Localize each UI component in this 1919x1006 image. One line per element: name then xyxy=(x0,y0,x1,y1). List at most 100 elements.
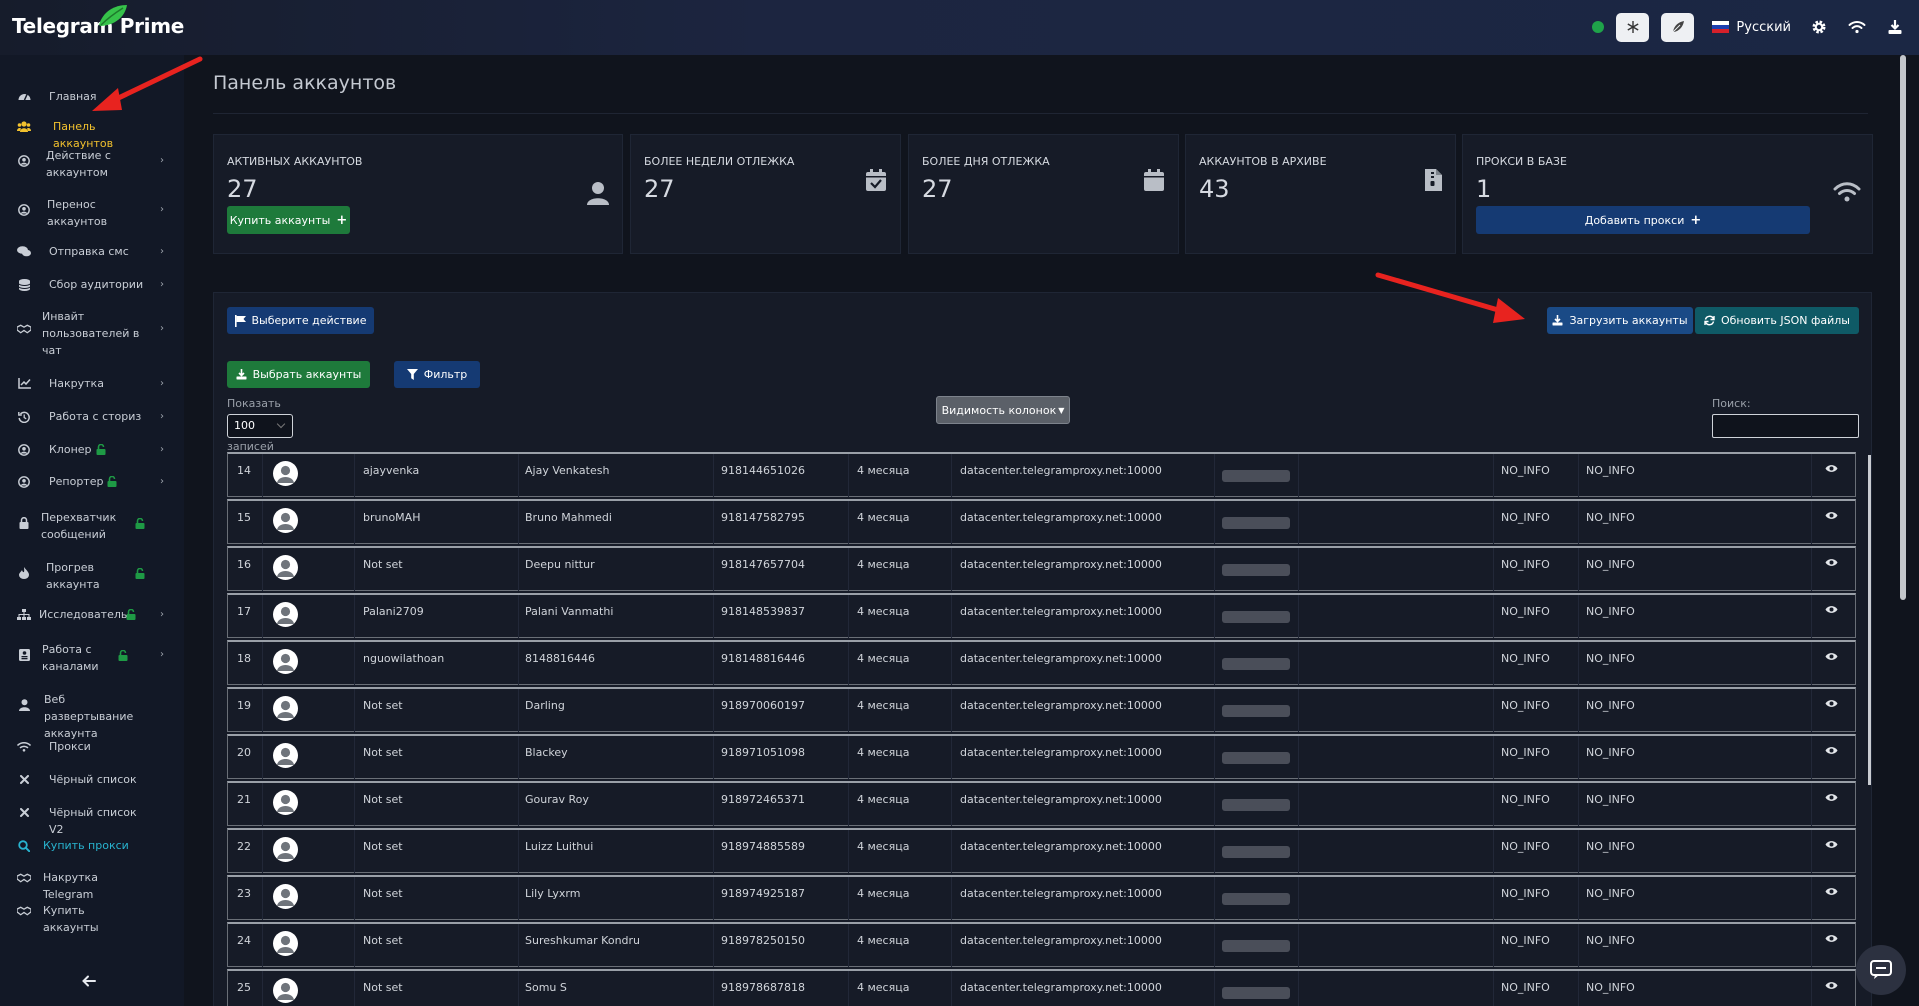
sidebar-item[interactable]: Перенос аккаунтов › xyxy=(0,196,184,228)
select-action-button[interactable]: Выберите действие xyxy=(227,307,374,334)
sidebar-item[interactable]: Репортер › xyxy=(0,473,184,490)
column-divider xyxy=(848,454,849,497)
table-row[interactable]: 21 Not set Gourav Roy 918972465371 4 месяца d… xyxy=(227,781,1856,826)
cell-n: 15 xyxy=(237,511,251,524)
column-divider xyxy=(1493,501,1494,544)
table-row[interactable]: 23 Not set Lily Lyxrm 918974925187 4 месяца d… xyxy=(227,875,1856,920)
filter-button[interactable]: Фильтр xyxy=(394,361,480,388)
table-row[interactable]: 25 Not set Somu S 918978687818 4 месяца datac… xyxy=(227,969,1856,1006)
buy-accounts-button[interactable]: Купить аккаунты + xyxy=(227,206,350,234)
cell-username: brunoMAH xyxy=(363,511,421,524)
cell-age: 4 месяца xyxy=(857,511,910,524)
eye-icon[interactable] xyxy=(1825,887,1838,896)
language-selector[interactable]: Русский xyxy=(1712,20,1791,35)
cell-info2: NO_INFO xyxy=(1586,793,1635,806)
eye-icon[interactable] xyxy=(1825,558,1838,567)
sidebar-item[interactable]: Чёрный список V2 xyxy=(0,804,184,836)
filter-label: Фильтр xyxy=(423,368,468,381)
masked-value-bar xyxy=(1222,752,1290,764)
eye-icon[interactable] xyxy=(1825,934,1838,943)
column-divider xyxy=(262,548,263,591)
sidebar-item[interactable]: Веб развертывание аккаунта xyxy=(0,691,184,740)
refresh-json-button[interactable]: Обновить JSON файлы xyxy=(1695,307,1859,334)
search-label: Поиск: xyxy=(1712,397,1751,410)
sidebar-item[interactable]: Главная xyxy=(0,88,184,103)
sidebar-item[interactable]: Накрутка Telegram xyxy=(0,869,184,901)
sidebar-item[interactable]: Купить аккаунты xyxy=(0,902,184,934)
sidebar-item[interactable]: Чёрный список xyxy=(0,771,184,788)
chat-button[interactable] xyxy=(1856,945,1906,995)
cell-age: 4 месяца xyxy=(857,934,910,947)
sidebar-item[interactable]: Работа с сториз › xyxy=(0,408,184,425)
sidebar-item[interactable]: Работа с каналами › xyxy=(0,641,184,673)
column-divider xyxy=(1811,924,1812,967)
wifi-button[interactable] xyxy=(1847,17,1867,37)
table-row[interactable]: 20 Not set Blackey 918971051098 4 месяца data… xyxy=(227,734,1856,779)
sidebar-item[interactable]: Панель аккаунтов xyxy=(0,118,184,150)
snowflake-button[interactable] xyxy=(1616,12,1650,42)
choose-accounts-button[interactable]: Выбрать аккаунты xyxy=(227,361,370,388)
archive-file-icon xyxy=(1425,169,1442,191)
column-divider xyxy=(1214,924,1215,967)
eye-icon[interactable] xyxy=(1825,605,1838,614)
sidebar-item[interactable]: Перехватчик сообщений xyxy=(0,509,184,541)
column-divider xyxy=(713,877,714,920)
eye-icon[interactable] xyxy=(1825,464,1838,473)
cell-name: Lily Lyxrm xyxy=(525,887,581,900)
eye-icon[interactable] xyxy=(1825,652,1838,661)
table-row[interactable]: 22 Not set Luizz Luithui 918974885589 4 меся… xyxy=(227,828,1856,873)
column-divider xyxy=(1214,501,1215,544)
download-button[interactable] xyxy=(1885,17,1905,37)
eye-icon[interactable] xyxy=(1825,746,1838,755)
sidebar-item[interactable]: Исследователь › xyxy=(0,606,184,623)
table-row[interactable]: 19 Not set Darling 918970060197 4 месяца data… xyxy=(227,687,1856,732)
settings-button[interactable] xyxy=(1809,17,1829,37)
columns-visibility-button[interactable]: Видимость колонок ▼ xyxy=(936,396,1070,424)
eye-icon[interactable] xyxy=(1825,511,1838,520)
table-row[interactable]: 14 ajayvenka Ajay Venkatesh 918144651026 4 м… xyxy=(227,452,1856,497)
sidebar-item[interactable]: Прогрев аккаунта xyxy=(0,559,184,591)
cell-name: Bruno Mahmedi xyxy=(525,511,612,524)
default-avatar-icon xyxy=(277,982,294,1000)
eye-icon[interactable] xyxy=(1825,840,1838,849)
leaf-button[interactable] xyxy=(1661,12,1695,42)
sidebar-item-label: Инвайт пользователей в чат xyxy=(42,310,140,357)
table-row[interactable]: 15 brunoMAH Bruno Mahmedi 918147582795 4 мес… xyxy=(227,499,1856,544)
collapse-sidebar-button[interactable] xyxy=(82,975,96,987)
sidebar-item[interactable]: Действие с аккаунтом › xyxy=(0,147,184,179)
cell-name: Darling xyxy=(525,699,565,712)
add-proxy-button[interactable]: Добавить прокси + xyxy=(1476,206,1810,234)
search-input[interactable] xyxy=(1712,414,1859,438)
plus-icon: + xyxy=(336,212,348,228)
page-scrollbar[interactable] xyxy=(1900,55,1906,600)
table-row[interactable]: 24 Not set Sureshkumar Kondru 918978250150 4… xyxy=(227,922,1856,967)
sitemap-icon xyxy=(17,608,31,622)
handshake-icon xyxy=(17,904,31,918)
column-divider xyxy=(1493,924,1494,967)
column-divider xyxy=(1811,501,1812,544)
eye-icon[interactable] xyxy=(1825,699,1838,708)
table-row[interactable]: 18 nguowilathoan 8148816446 918148816446 4 м… xyxy=(227,640,1856,685)
sidebar-item[interactable]: Инвайт пользователей в чат › xyxy=(0,308,184,357)
eye-icon[interactable] xyxy=(1825,981,1838,990)
table-row[interactable]: 16 Not set Deepu nittur 918147657704 4 месяц… xyxy=(227,546,1856,591)
sidebar-item[interactable]: Накрутка › xyxy=(0,375,184,392)
sidebar-item[interactable]: Сбор аудитории › xyxy=(0,276,184,293)
page-size-select[interactable]: 100 xyxy=(227,414,293,438)
sidebar-item[interactable]: Отправка смс › xyxy=(0,243,184,260)
column-divider xyxy=(262,454,263,497)
sidebar-item[interactable]: Клонер › xyxy=(0,441,184,458)
sidebar-item[interactable]: Купить прокси xyxy=(0,837,184,854)
table-row[interactable]: 17 Palani2709 Palani Vanmathi 918148539837 4… xyxy=(227,593,1856,638)
table-scrollbar[interactable] xyxy=(1868,455,1871,785)
eye-icon[interactable] xyxy=(1825,793,1838,802)
column-divider xyxy=(1578,924,1579,967)
column-divider xyxy=(262,877,263,920)
cell-n: 20 xyxy=(237,746,251,759)
language-label: Русский xyxy=(1736,19,1791,35)
column-divider xyxy=(354,877,355,920)
sidebar-item[interactable]: Прокси xyxy=(0,738,184,755)
column-divider xyxy=(518,971,519,1006)
cell-username: nguowilathoan xyxy=(363,652,445,665)
upload-accounts-button[interactable]: Загрузить аккаунты xyxy=(1547,307,1693,334)
